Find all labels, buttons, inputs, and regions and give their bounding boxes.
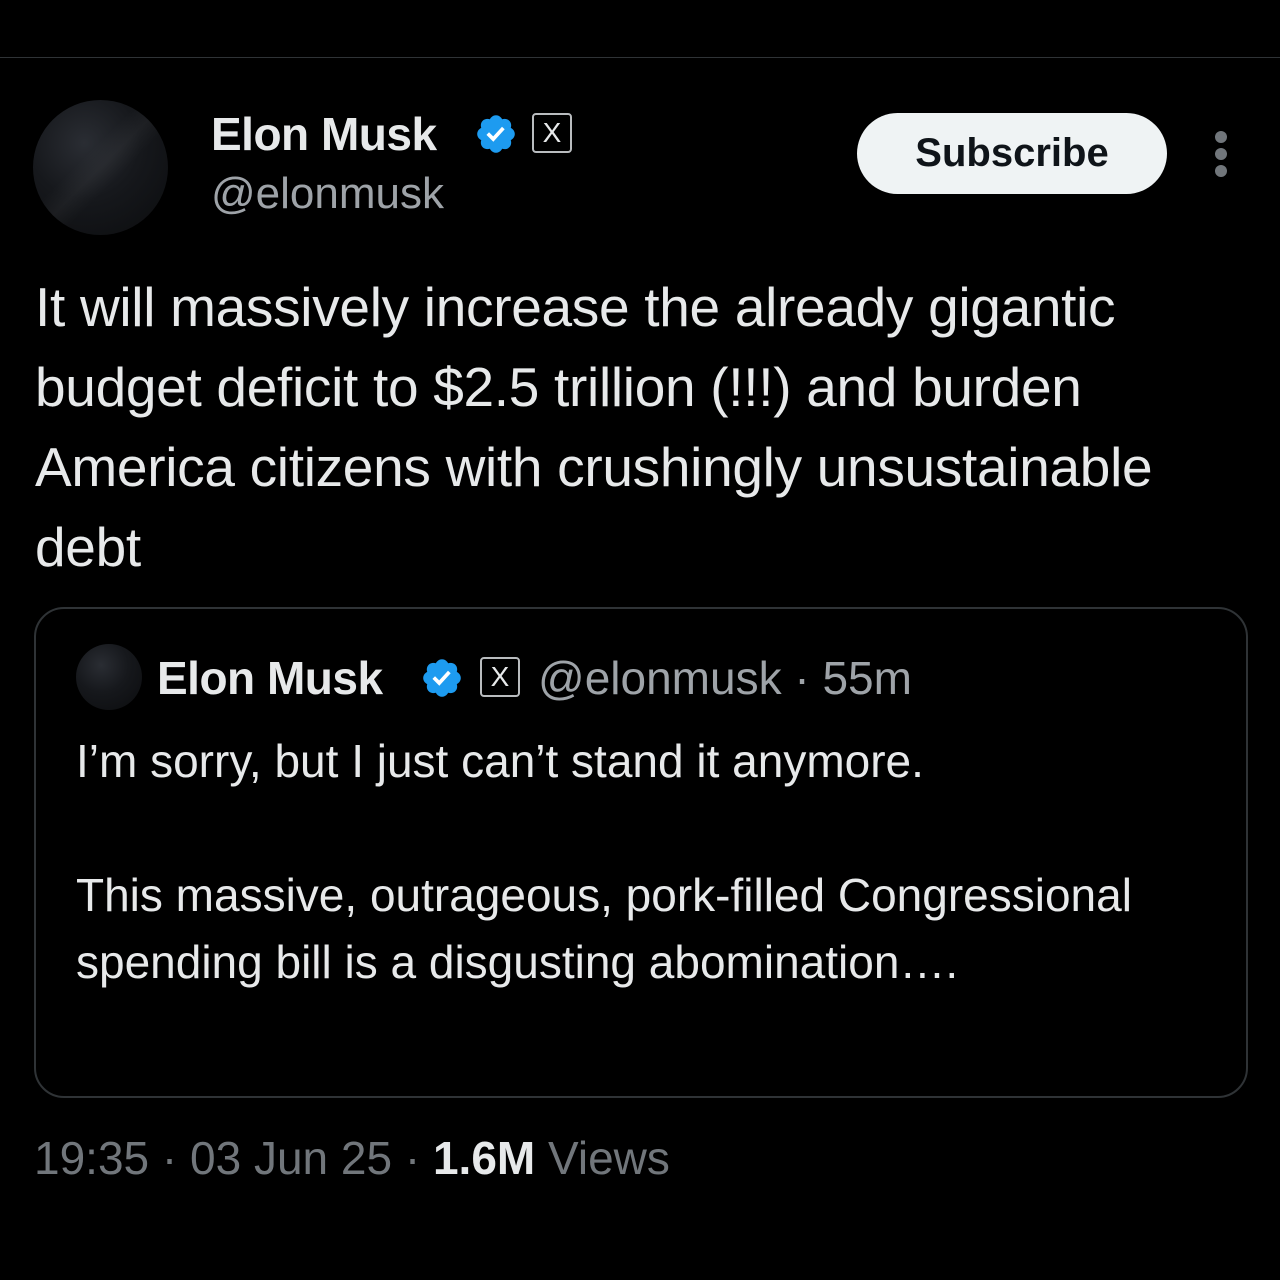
footer-separator: · [161, 1132, 178, 1184]
subscribe-button[interactable]: Subscribe [857, 113, 1167, 194]
more-vertical-icon[interactable] [1209, 131, 1233, 177]
quoted-verified-badge-icon [423, 659, 461, 697]
views-label: Views [548, 1132, 670, 1184]
footer-separator: · [404, 1132, 421, 1184]
quoted-author-name: Elon Musk [157, 652, 383, 704]
quoted-x-affiliate-badge-icon: X [480, 657, 520, 697]
quoted-author-avatar [76, 644, 142, 710]
more-dot [1215, 165, 1227, 177]
verified-badge-icon[interactable] [474, 112, 518, 156]
x-affiliate-badge-icon[interactable]: X [532, 113, 572, 153]
more-dot [1215, 131, 1227, 143]
views-count: 1.6M [432, 1132, 536, 1184]
tweet-date[interactable]: 03 Jun 25 [190, 1132, 392, 1184]
quoted-tweet-text: I’m sorry, but I just can’t stand it any… [76, 735, 1132, 988]
quoted-handle: @elonmusk [538, 652, 782, 704]
top-divider [0, 57, 1280, 58]
tweet-footer-meta: 19:35 · 03 Jun 25 · 1.6M Views [34, 1130, 670, 1186]
author-handle[interactable]: @elonmusk [211, 166, 444, 222]
author-avatar[interactable] [33, 100, 168, 235]
quoted-separator: · [794, 652, 810, 704]
tweet-time[interactable]: 19:35 [34, 1132, 149, 1184]
quoted-meta: @elonmusk · 55m [538, 650, 912, 706]
quoted-age: 55m [822, 652, 912, 704]
author-name[interactable]: Elon Musk [211, 106, 437, 162]
tweet-text: It will massively increase the already g… [35, 276, 1153, 578]
more-dot [1215, 148, 1227, 160]
